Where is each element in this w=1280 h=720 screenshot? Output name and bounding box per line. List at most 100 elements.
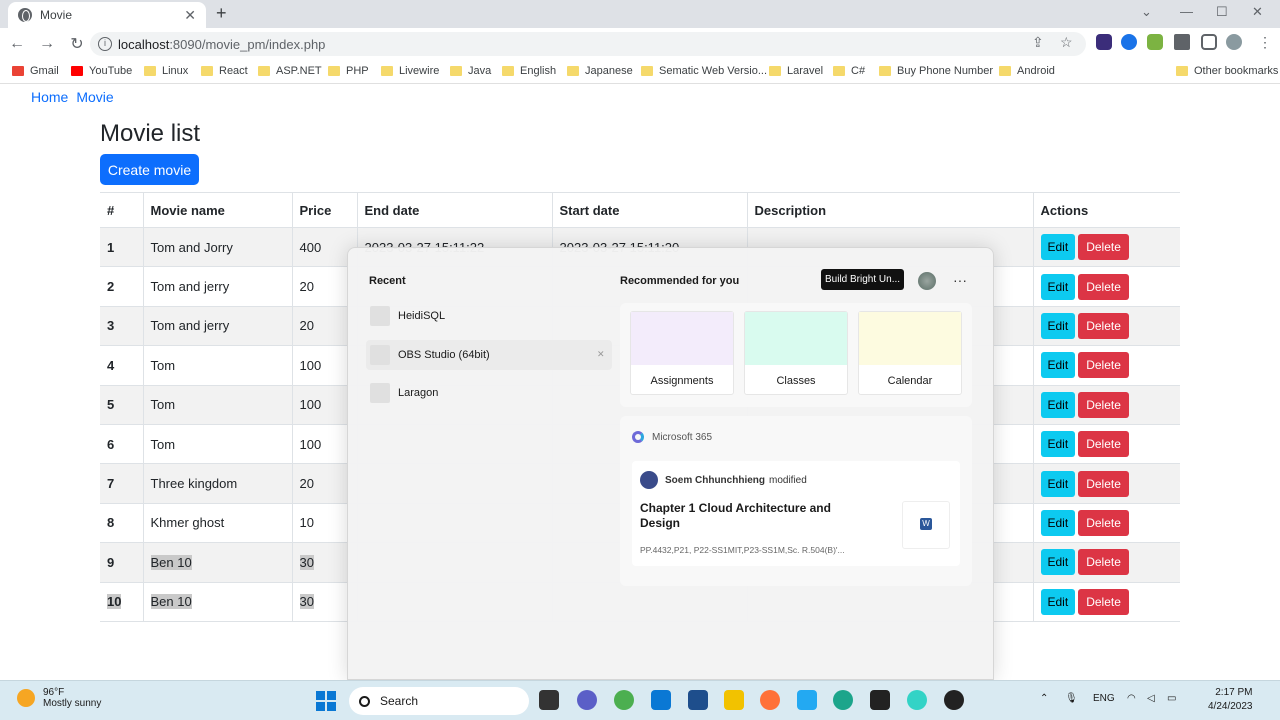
close-window-icon[interactable]: ✕ xyxy=(1252,4,1263,20)
edit-button[interactable]: Edit xyxy=(1040,470,1076,497)
document-card[interactable]: Soem Chhunchhieng modified Chapter 1 Clou… xyxy=(632,461,960,566)
edit-button[interactable]: Edit xyxy=(1040,234,1076,261)
cell-movie-name-text: Tom xyxy=(150,357,176,373)
card-calendar[interactable]: Calendar xyxy=(858,311,962,395)
chrome-icon[interactable] xyxy=(614,690,634,710)
volume-icon[interactable]: ◁ xyxy=(1147,693,1155,704)
bookmark-folder[interactable]: Japanese xyxy=(567,65,633,77)
tab-search-icon[interactable]: ⌄ xyxy=(1141,4,1152,20)
recent-item[interactable]: Laragon xyxy=(370,383,438,403)
edit-button[interactable]: Edit xyxy=(1040,431,1076,458)
edit-button[interactable]: Edit xyxy=(1040,391,1076,418)
delete-button[interactable]: Delete xyxy=(1078,234,1129,261)
delete-button[interactable]: Delete xyxy=(1078,273,1129,300)
cell-price-text: 20 xyxy=(299,318,314,334)
edit-button[interactable]: Edit xyxy=(1040,312,1076,339)
menu-icon[interactable]: ⋮ xyxy=(1258,34,1272,51)
bookmark-folder[interactable]: Linux xyxy=(144,65,188,77)
taskbar-search[interactable]: Search xyxy=(349,687,529,715)
extension-icon[interactable] xyxy=(1147,34,1163,50)
edge-icon[interactable] xyxy=(833,690,853,710)
firefox-icon[interactable] xyxy=(760,690,780,710)
avatar[interactable] xyxy=(918,272,936,290)
bookmark-folder[interactable]: Sematic Web Versio... xyxy=(641,65,767,77)
bookmark-folder[interactable]: English xyxy=(502,65,556,77)
windows-start-icon[interactable] xyxy=(316,691,336,711)
delete-button[interactable]: Delete xyxy=(1078,509,1129,536)
recent-item[interactable]: HeidiSQL xyxy=(370,306,445,326)
address-bar[interactable]: i localhost:8090/movie_pm/index.php ⇪ ☆ xyxy=(90,32,1086,56)
delete-button[interactable]: Delete xyxy=(1078,431,1129,458)
bookmark-folder[interactable]: React xyxy=(201,65,248,77)
edit-button[interactable]: Edit xyxy=(1040,273,1076,300)
back-icon[interactable]: ← xyxy=(4,35,30,53)
extension-icon[interactable] xyxy=(1096,34,1112,50)
card-classes[interactable]: Classes xyxy=(744,311,848,395)
edit-button[interactable]: Edit xyxy=(1040,588,1076,615)
bookmark-folder[interactable]: Laravel xyxy=(769,65,823,77)
minimize-icon[interactable]: — xyxy=(1180,4,1193,19)
create-movie-button[interactable]: Create movie xyxy=(100,154,199,185)
delete-button[interactable]: Delete xyxy=(1078,352,1129,379)
bookmark-gmail[interactable]: Gmail xyxy=(12,65,59,77)
language-indicator[interactable]: ENG xyxy=(1093,693,1115,704)
delete-button[interactable]: Delete xyxy=(1078,470,1129,497)
battery-icon[interactable]: ▭ xyxy=(1167,693,1176,704)
breadcrumb-home[interactable]: Home xyxy=(31,89,68,105)
delete-button[interactable]: Delete xyxy=(1078,549,1129,576)
more-options-icon[interactable]: ··· xyxy=(953,272,967,288)
teams-chat-icon[interactable] xyxy=(577,690,597,710)
close-tab-icon[interactable]: ✕ xyxy=(184,7,196,24)
edit-button[interactable]: Edit xyxy=(1040,352,1076,379)
cell-id-text: 10 xyxy=(107,594,122,610)
edit-button[interactable]: Edit xyxy=(1040,509,1076,536)
card-assignments[interactable]: Assignments xyxy=(630,311,734,395)
cell-movie-name: Tom xyxy=(142,424,292,465)
app-icon[interactable] xyxy=(907,690,927,710)
bookmark-folder[interactable]: Java xyxy=(450,65,491,77)
weather-widget[interactable]: 96°F Mostly sunny xyxy=(17,687,101,709)
breadcrumb-movie[interactable]: Movie xyxy=(76,89,113,105)
delete-button[interactable]: Delete xyxy=(1078,312,1129,339)
share-icon[interactable]: ⇪ xyxy=(1032,34,1044,51)
mail-icon[interactable] xyxy=(651,690,671,710)
edit-button[interactable]: Edit xyxy=(1040,549,1076,576)
remove-icon[interactable]: ✕ xyxy=(597,349,605,360)
temperature: 96°F xyxy=(43,687,65,698)
extension-icon[interactable] xyxy=(1121,34,1137,50)
bookmark-folder[interactable]: Android xyxy=(999,65,1055,77)
cell-id: 10 xyxy=(100,582,143,622)
bookmark-folder[interactable]: Buy Phone Number xyxy=(879,65,993,77)
bookmark-folder[interactable]: C# xyxy=(833,65,865,77)
forward-icon[interactable]: → xyxy=(34,35,60,53)
puzzle-icon[interactable] xyxy=(1174,34,1190,50)
side-panel-icon[interactable] xyxy=(1201,34,1217,50)
other-bookmarks[interactable]: Other bookmarks xyxy=(1176,65,1278,77)
delete-button[interactable]: Delete xyxy=(1078,391,1129,418)
profile-avatar[interactable] xyxy=(1226,34,1242,50)
bookmark-youtube[interactable]: YouTube xyxy=(71,65,132,77)
delete-button[interactable]: Delete xyxy=(1078,588,1129,615)
folder-icon xyxy=(641,66,653,76)
file-explorer-icon[interactable] xyxy=(724,690,744,710)
terminal-icon[interactable] xyxy=(870,690,890,710)
vscode-icon[interactable] xyxy=(797,690,817,710)
recent-item[interactable]: OBS Studio (64bit) xyxy=(370,345,490,365)
new-tab-icon[interactable]: + xyxy=(216,3,227,24)
store-icon[interactable] xyxy=(688,690,708,710)
clock[interactable]: 2:17 PM 4/24/2023 xyxy=(1208,686,1253,714)
bookmark-folder[interactable]: PHP xyxy=(328,65,369,77)
browser-tab[interactable]: Movie ✕ xyxy=(8,2,206,28)
microphone-icon[interactable]: 🎙 xyxy=(1065,693,1078,704)
bookmark-folder[interactable]: Livewire xyxy=(381,65,439,77)
bookmark-folder[interactable]: ASP.NET xyxy=(258,65,322,77)
site-info-icon[interactable]: i xyxy=(98,37,112,51)
wifi-icon[interactable]: ◠ xyxy=(1127,693,1136,704)
task-view-icon[interactable] xyxy=(539,690,559,710)
obs-icon[interactable] xyxy=(944,690,964,710)
reload-icon[interactable]: ↻ xyxy=(64,34,90,54)
bookmark-label: YouTube xyxy=(89,65,133,77)
chevron-up-icon[interactable]: ⌃ xyxy=(1040,693,1048,704)
maximize-icon[interactable]: ☐ xyxy=(1216,4,1228,20)
bookmark-star-icon[interactable]: ☆ xyxy=(1060,34,1073,51)
